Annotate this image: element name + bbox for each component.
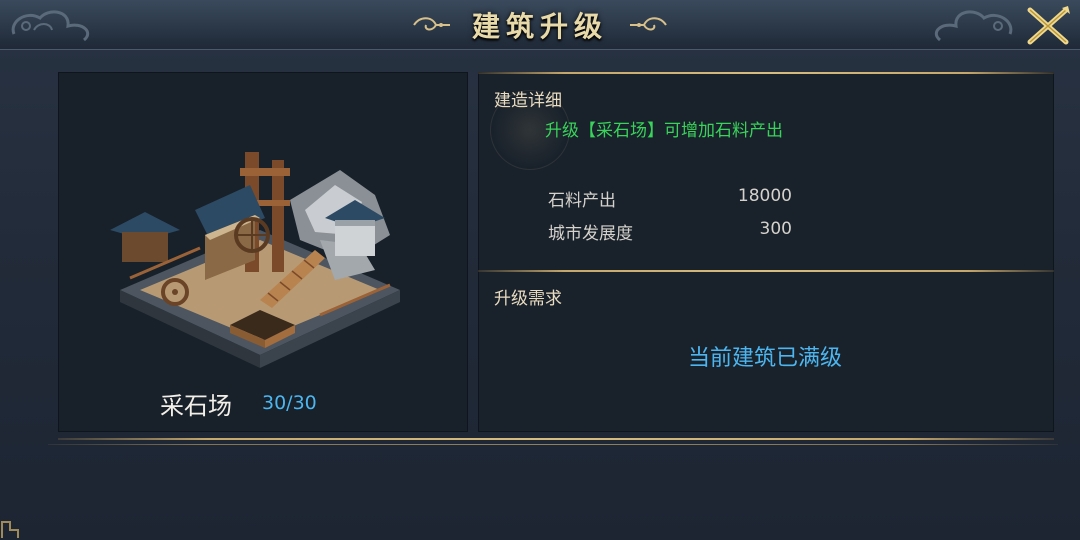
max-level-status: 当前建筑已满级 <box>687 346 842 371</box>
stat-name: 城市发展度 <box>548 224 633 244</box>
page-title: 建筑升级 <box>471 10 608 43</box>
close-button[interactable] <box>1022 4 1074 48</box>
section-divider <box>478 270 1054 272</box>
cloud-ornament-icon <box>11 10 90 42</box>
requirements-section-label: 升级需求 <box>494 289 562 309</box>
bottom-divider <box>48 444 1058 445</box>
section-divider <box>478 72 1054 74</box>
title-ornament-icon <box>630 17 667 31</box>
building-level: 30/30 <box>262 392 317 414</box>
window-header: 建筑升级 <box>0 0 1080 50</box>
title-ornament-icon <box>413 17 450 31</box>
close-icon <box>1027 6 1070 45</box>
upgrade-description: 升级【采石场】可增加石料产出 <box>545 121 783 141</box>
bottom-divider <box>58 438 1054 440</box>
stat-name: 石料产出 <box>548 191 616 211</box>
cloud-ornament-icon <box>934 10 1013 42</box>
quarry-building-icon <box>110 152 400 368</box>
building-upgrade-window: 建筑升级 采石场 30/30 建造详细 升级【采石场】可增加石料产出 石料产出 … <box>0 0 1080 540</box>
building-name: 采石场 <box>160 392 232 420</box>
stat-value: 18000 <box>737 186 792 206</box>
stat-value: 300 <box>759 219 792 239</box>
corner-ornament-icon <box>1 521 19 538</box>
details-section-label: 建造详细 <box>494 91 562 111</box>
title-bar: 建筑升级 <box>410 0 670 50</box>
